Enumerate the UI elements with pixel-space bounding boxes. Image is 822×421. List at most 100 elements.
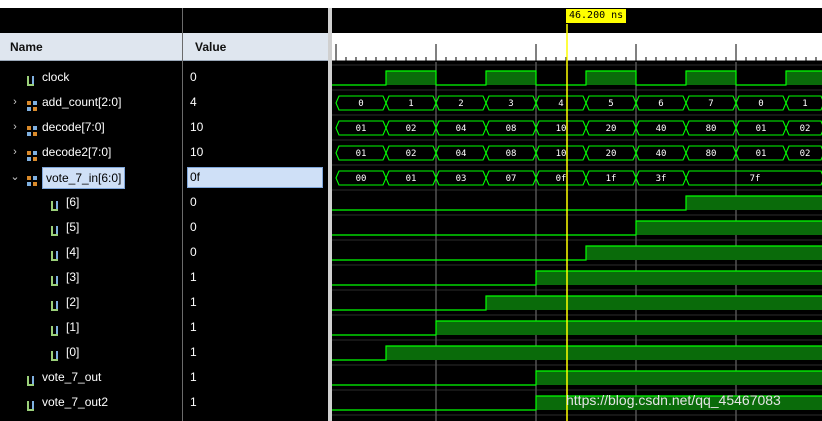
signal-value: 0 — [190, 195, 197, 209]
signal-value: 10 — [190, 145, 204, 159]
signal-value-row[interactable]: 1 — [183, 315, 328, 340]
signal-value: 1 — [190, 370, 197, 384]
logic-signal-icon — [50, 246, 62, 261]
bus-value-label: 08 — [506, 149, 517, 159]
bus-value-label: 40 — [656, 124, 667, 134]
expand-chevron-icon[interactable]: › — [10, 115, 20, 140]
expand-chevron-icon[interactable]: › — [10, 90, 20, 115]
signal-value: 1 — [190, 345, 197, 359]
signal-row[interactable]: › decode[7:0] — [0, 115, 182, 140]
signal-value-row[interactable]: 10 — [183, 115, 328, 140]
signal-row[interactable]: [6] — [0, 190, 182, 215]
logic-signal-icon — [50, 346, 62, 361]
ruler-tick-label: 60 ns — [638, 43, 668, 54]
signal-value: 0 — [190, 245, 197, 259]
signal-value: 4 — [190, 95, 197, 109]
bus-value-label: 80 — [706, 149, 717, 159]
signal-row[interactable]: › decode2[7:0] — [0, 140, 182, 165]
signal-value-row[interactable]: 10 — [183, 140, 328, 165]
signal-row[interactable]: clock — [0, 65, 182, 90]
signal-value-row[interactable]: 0 — [183, 240, 328, 265]
signal-row[interactable]: › add_count[2:0] — [0, 90, 182, 115]
signal-row[interactable]: [4] — [0, 240, 182, 265]
signal-name: [1] — [66, 320, 80, 334]
bus-signal-icon — [26, 96, 38, 111]
signal-value: 1 — [190, 395, 197, 409]
signal-row[interactable]: [1] — [0, 315, 182, 340]
signal-name: clock — [42, 70, 70, 84]
clock-high-fill — [786, 71, 822, 85]
logic-signal-icon — [50, 296, 62, 311]
name-column-header[interactable]: Name — [0, 33, 182, 61]
signal-row[interactable]: [5] — [0, 215, 182, 240]
waveform-canvas[interactable]: 0 ns 20 ns 40 ns 60 ns 80 ns0 1 2 3 4 5 6 7 0 101 02 04… — [332, 8, 822, 421]
bus-value-label: 00 — [356, 174, 367, 184]
signal-name: add_count[2:0] — [42, 95, 122, 109]
bus-value-label: 0 — [358, 99, 363, 109]
bus-value-label: 02 — [406, 124, 417, 134]
bus-value-label: 20 — [606, 149, 617, 159]
bus-value-label: 07 — [506, 174, 517, 184]
bus-signal-icon — [26, 146, 38, 161]
collapse-chevron-icon[interactable]: ⌄ — [10, 165, 20, 190]
bus-value-label: 4 — [558, 99, 563, 109]
wave-high-fill — [386, 346, 822, 360]
wave-high-fill — [436, 321, 822, 335]
signal-name: [2] — [66, 295, 80, 309]
signal-row[interactable]: ⌄ vote_7_in[6:0] — [0, 165, 182, 190]
expand-chevron-icon[interactable]: › — [10, 140, 20, 165]
wave-high-fill — [536, 371, 822, 385]
signal-value-row[interactable]: 1 — [183, 265, 328, 290]
bus-value-label: 5 — [608, 99, 613, 109]
signal-name: vote_7_out2 — [42, 395, 109, 409]
signal-name: [0] — [66, 345, 80, 359]
bus-value-label: 01 — [406, 174, 417, 184]
bus-value-label: 40 — [656, 149, 667, 159]
time-cursor-label[interactable]: 46.200 ns — [566, 9, 627, 23]
bus-value-label: 20 — [606, 124, 617, 134]
signal-value-row[interactable]: 1 — [183, 340, 328, 365]
signal-value-row[interactable]: 1 — [183, 365, 328, 390]
signal-row[interactable]: [2] — [0, 290, 182, 315]
signal-name: [4] — [66, 245, 80, 259]
logic-signal-icon — [26, 71, 38, 86]
signal-value-row[interactable]: 0 — [183, 65, 328, 90]
signal-value: 0f — [190, 170, 201, 184]
bus-value-label: 04 — [456, 124, 467, 134]
wave-high-fill — [636, 221, 822, 235]
bus-value-label: 1f — [606, 174, 617, 184]
signal-name: decode2[7:0] — [42, 145, 112, 159]
bus-value-label: 0f — [556, 174, 567, 184]
ruler-tick-label: 20 ns — [438, 43, 468, 54]
bus-value-label: 3f — [656, 174, 667, 184]
signal-value-row[interactable]: 0f — [183, 165, 328, 190]
signal-value: 10 — [190, 120, 204, 134]
signal-name: [6] — [66, 195, 80, 209]
selection-highlight — [187, 167, 323, 188]
clock-high-fill — [386, 71, 436, 85]
value-column-header[interactable]: Value — [183, 33, 328, 61]
signal-value-panel: Value 0 4 10 10 0f 0 0 0 1 1 1 1 1 1 — [183, 8, 328, 421]
bus-value-label: 02 — [800, 124, 811, 134]
signal-value: 0 — [190, 70, 197, 84]
bus-signal-icon — [26, 121, 38, 136]
logic-signal-icon — [26, 396, 38, 411]
signal-value-row[interactable]: 0 — [183, 215, 328, 240]
signal-value-row[interactable]: 1 — [183, 290, 328, 315]
signal-row[interactable]: [3] — [0, 265, 182, 290]
signal-row[interactable]: vote_7_out2 — [0, 390, 182, 415]
signal-value: 0 — [190, 220, 197, 234]
bus-value-label: 1 — [408, 99, 413, 109]
signal-row[interactable]: vote_7_out — [0, 365, 182, 390]
bus-value-label: 6 — [658, 99, 663, 109]
bus-value-label: 01 — [756, 149, 767, 159]
signal-value-row[interactable]: 1 — [183, 390, 328, 415]
signal-row[interactable]: [0] — [0, 340, 182, 365]
signal-value-row[interactable]: 0 — [183, 190, 328, 215]
bus-value-label: 02 — [406, 149, 417, 159]
clock-high-fill — [586, 71, 636, 85]
signal-value-row[interactable]: 4 — [183, 90, 328, 115]
wave-high-fill — [686, 196, 822, 210]
bus-signal-icon — [26, 171, 38, 186]
waveform-panel[interactable]: 0 ns 20 ns 40 ns 60 ns 80 ns 0 1 2 3 4 5 6 7 0 1 01 02 04… — [332, 8, 822, 421]
